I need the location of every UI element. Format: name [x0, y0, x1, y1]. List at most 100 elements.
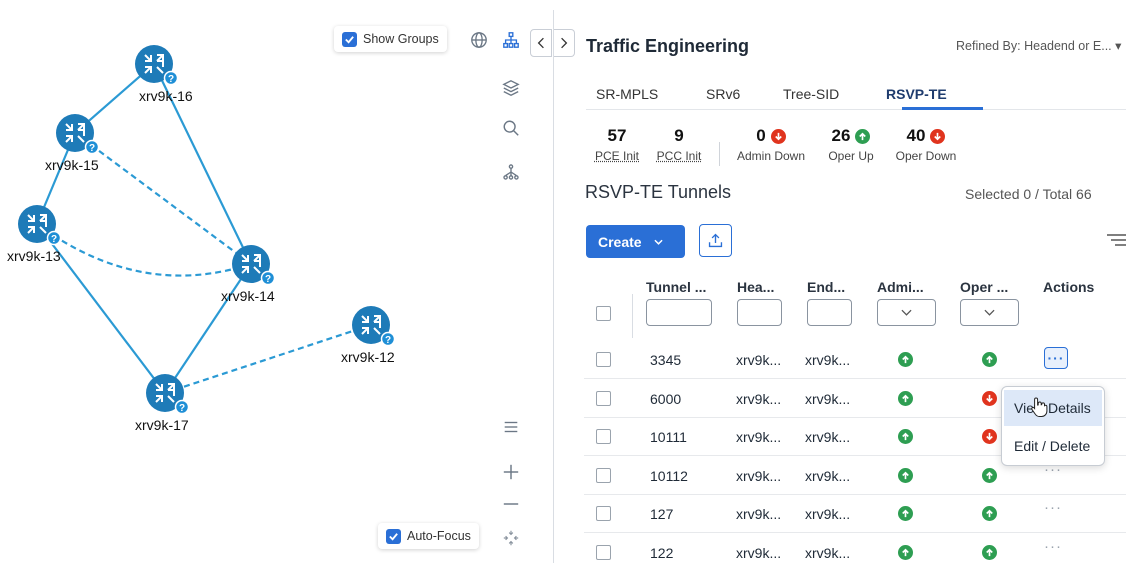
row-checkbox[interactable]	[596, 467, 611, 483]
endpoint-cell: xrv9k...	[805, 544, 851, 561]
stat-pcc-init[interactable]: 9 PCC Init	[653, 126, 705, 163]
auto-focus-toggle[interactable]: Auto-Focus	[378, 523, 479, 549]
more-icon: ···	[1044, 537, 1062, 555]
create-label: Create	[598, 233, 642, 250]
search-icon[interactable]	[497, 114, 525, 142]
arrow-up-icon	[982, 467, 997, 483]
stats-separator	[719, 142, 720, 166]
headend-filter-input[interactable]	[737, 299, 782, 326]
globe-icon[interactable]	[465, 26, 493, 54]
hierarchy-icon[interactable]	[497, 26, 525, 54]
stat-oper-down[interactable]: 40 Oper Down	[890, 126, 962, 163]
tab-srv6[interactable]: SRv6	[706, 86, 740, 102]
table-row[interactable]: 122 xrv9k... xrv9k... ···	[584, 534, 1126, 563]
stat-value: 57	[607, 126, 627, 145]
export-button[interactable]	[699, 224, 732, 257]
section-title: RSVP-TE Tunnels	[585, 182, 732, 202]
tab-rsvp-te[interactable]: RSVP-TE	[886, 86, 947, 102]
checkbox-checked-icon[interactable]	[342, 31, 357, 47]
zoom-in-icon[interactable]	[497, 458, 525, 486]
filter-icon[interactable]	[1105, 232, 1126, 248]
more-icon: ···	[1047, 350, 1065, 366]
zoom-out-icon[interactable]	[497, 490, 525, 518]
table-row[interactable]: 3345 xrv9k... xrv9k... ···	[584, 341, 1126, 379]
row-checkbox[interactable]	[596, 390, 611, 406]
headend-cell: xrv9k...	[736, 352, 782, 368]
row-checkbox[interactable]	[596, 544, 611, 560]
tunnel-id-cell: 10111	[650, 429, 687, 445]
list-icon[interactable]	[497, 413, 525, 441]
chevron-down-icon	[653, 239, 663, 245]
row-checkbox[interactable]	[596, 506, 611, 521]
badge-text: ?	[179, 403, 185, 414]
arrow-up-icon	[855, 128, 871, 144]
tunnel-filter-input[interactable]	[646, 299, 712, 326]
badge-text: ?	[168, 74, 174, 85]
stat-label: Oper Down	[895, 149, 957, 163]
link-15-14[interactable]	[74, 132, 252, 265]
row-checkbox[interactable]	[596, 352, 611, 367]
link-14-17[interactable]	[164, 263, 252, 394]
collapse-left-button[interactable]	[530, 29, 552, 57]
layers-icon[interactable]	[497, 74, 525, 102]
view-details-menu-item[interactable]: View Details	[1004, 390, 1102, 426]
router-node[interactable]: ? xrv9k-17	[135, 374, 190, 433]
show-groups-label: Show Groups	[363, 32, 439, 46]
col-headend[interactable]: Hea...	[737, 279, 774, 295]
headend-cell: xrv9k...	[736, 429, 782, 445]
table-row[interactable]: 127 xrv9k... xrv9k... ···	[584, 495, 1126, 533]
row-actions-button[interactable]: ···	[1044, 499, 1062, 516]
header-separator	[632, 294, 633, 338]
router-node[interactable]: ? xrv9k-12	[341, 306, 396, 365]
active-tab-indicator	[902, 107, 983, 110]
headend-cell: xrv9k...	[736, 390, 782, 407]
select-all-checkbox[interactable]	[596, 306, 611, 321]
arrow-down-icon	[982, 429, 997, 444]
stat-value: 0	[756, 126, 766, 145]
router-node[interactable]: ? xrv9k-16	[135, 45, 193, 104]
stat-label: Admin Down	[736, 149, 806, 163]
col-tunnel[interactable]: Tunnel ...	[646, 279, 706, 295]
arrow-up-icon	[982, 544, 997, 560]
node-label: xrv9k-17	[135, 417, 189, 433]
stat-pce-init[interactable]: 57 PCE Init	[592, 126, 642, 163]
show-groups-toggle[interactable]: Show Groups	[334, 26, 447, 52]
arrow-up-icon	[898, 429, 913, 444]
router-node[interactable]: ? xrv9k-13	[7, 205, 62, 264]
row-actions-button[interactable]: ···	[1044, 347, 1068, 369]
panel-title: Traffic Engineering	[586, 36, 750, 56]
fit-icon[interactable]	[497, 524, 525, 552]
stat-label: PCC Init	[656, 149, 702, 163]
endpoint-filter-input[interactable]	[807, 299, 852, 326]
topology-map[interactable]: ? xrv9k-16? xrv9k-15? xrv9k-13? xrv9k-14? xrv…	[0, 0, 575, 563]
refined-by-dropdown[interactable]: Refined By: Headend or E... ▾	[956, 38, 1121, 53]
headend-cell: xrv9k...	[736, 544, 782, 561]
col-admin[interactable]: Admi...	[877, 279, 924, 295]
oper-filter-select[interactable]	[960, 299, 1019, 326]
col-actions: Actions	[1043, 279, 1095, 295]
arrow-up-icon	[982, 506, 997, 521]
topology-canvas[interactable]: ? xrv9k-16? xrv9k-15? xrv9k-13? xrv9k-14? xrv…	[0, 0, 553, 563]
endpoint-cell: xrv9k...	[805, 352, 851, 368]
edit-delete-menu-item[interactable]: Edit / Delete	[1004, 428, 1102, 464]
router-node[interactable]: ? xrv9k-15	[45, 114, 100, 173]
stat-oper-up[interactable]: 26 Oper Up	[821, 126, 881, 163]
router-node[interactable]: ? xrv9k-14	[221, 245, 276, 304]
row-checkbox[interactable]	[596, 429, 611, 444]
admin-filter-select[interactable]	[877, 299, 936, 326]
endpoint-cell: xrv9k...	[805, 390, 851, 407]
tree-icon[interactable]	[497, 158, 525, 186]
badge-text: ?	[265, 274, 271, 285]
col-endpoint[interactable]: End...	[807, 279, 845, 295]
checkbox-checked-icon[interactable]	[386, 528, 401, 544]
arrow-up-icon	[898, 467, 913, 483]
stat-admin-down[interactable]: 0 Admin Down	[730, 126, 812, 163]
arrow-up-icon	[898, 506, 913, 521]
create-button[interactable]: Create	[586, 225, 685, 258]
arrow-down-icon	[770, 128, 786, 144]
tab-tree-sid[interactable]: Tree-SID	[783, 86, 839, 102]
tab-sr-mpls[interactable]: SR-MPLS	[596, 86, 658, 102]
arrow-up-icon	[898, 352, 913, 367]
col-oper[interactable]: Oper ...	[960, 279, 1008, 295]
row-actions-button[interactable]: ···	[1044, 538, 1062, 555]
